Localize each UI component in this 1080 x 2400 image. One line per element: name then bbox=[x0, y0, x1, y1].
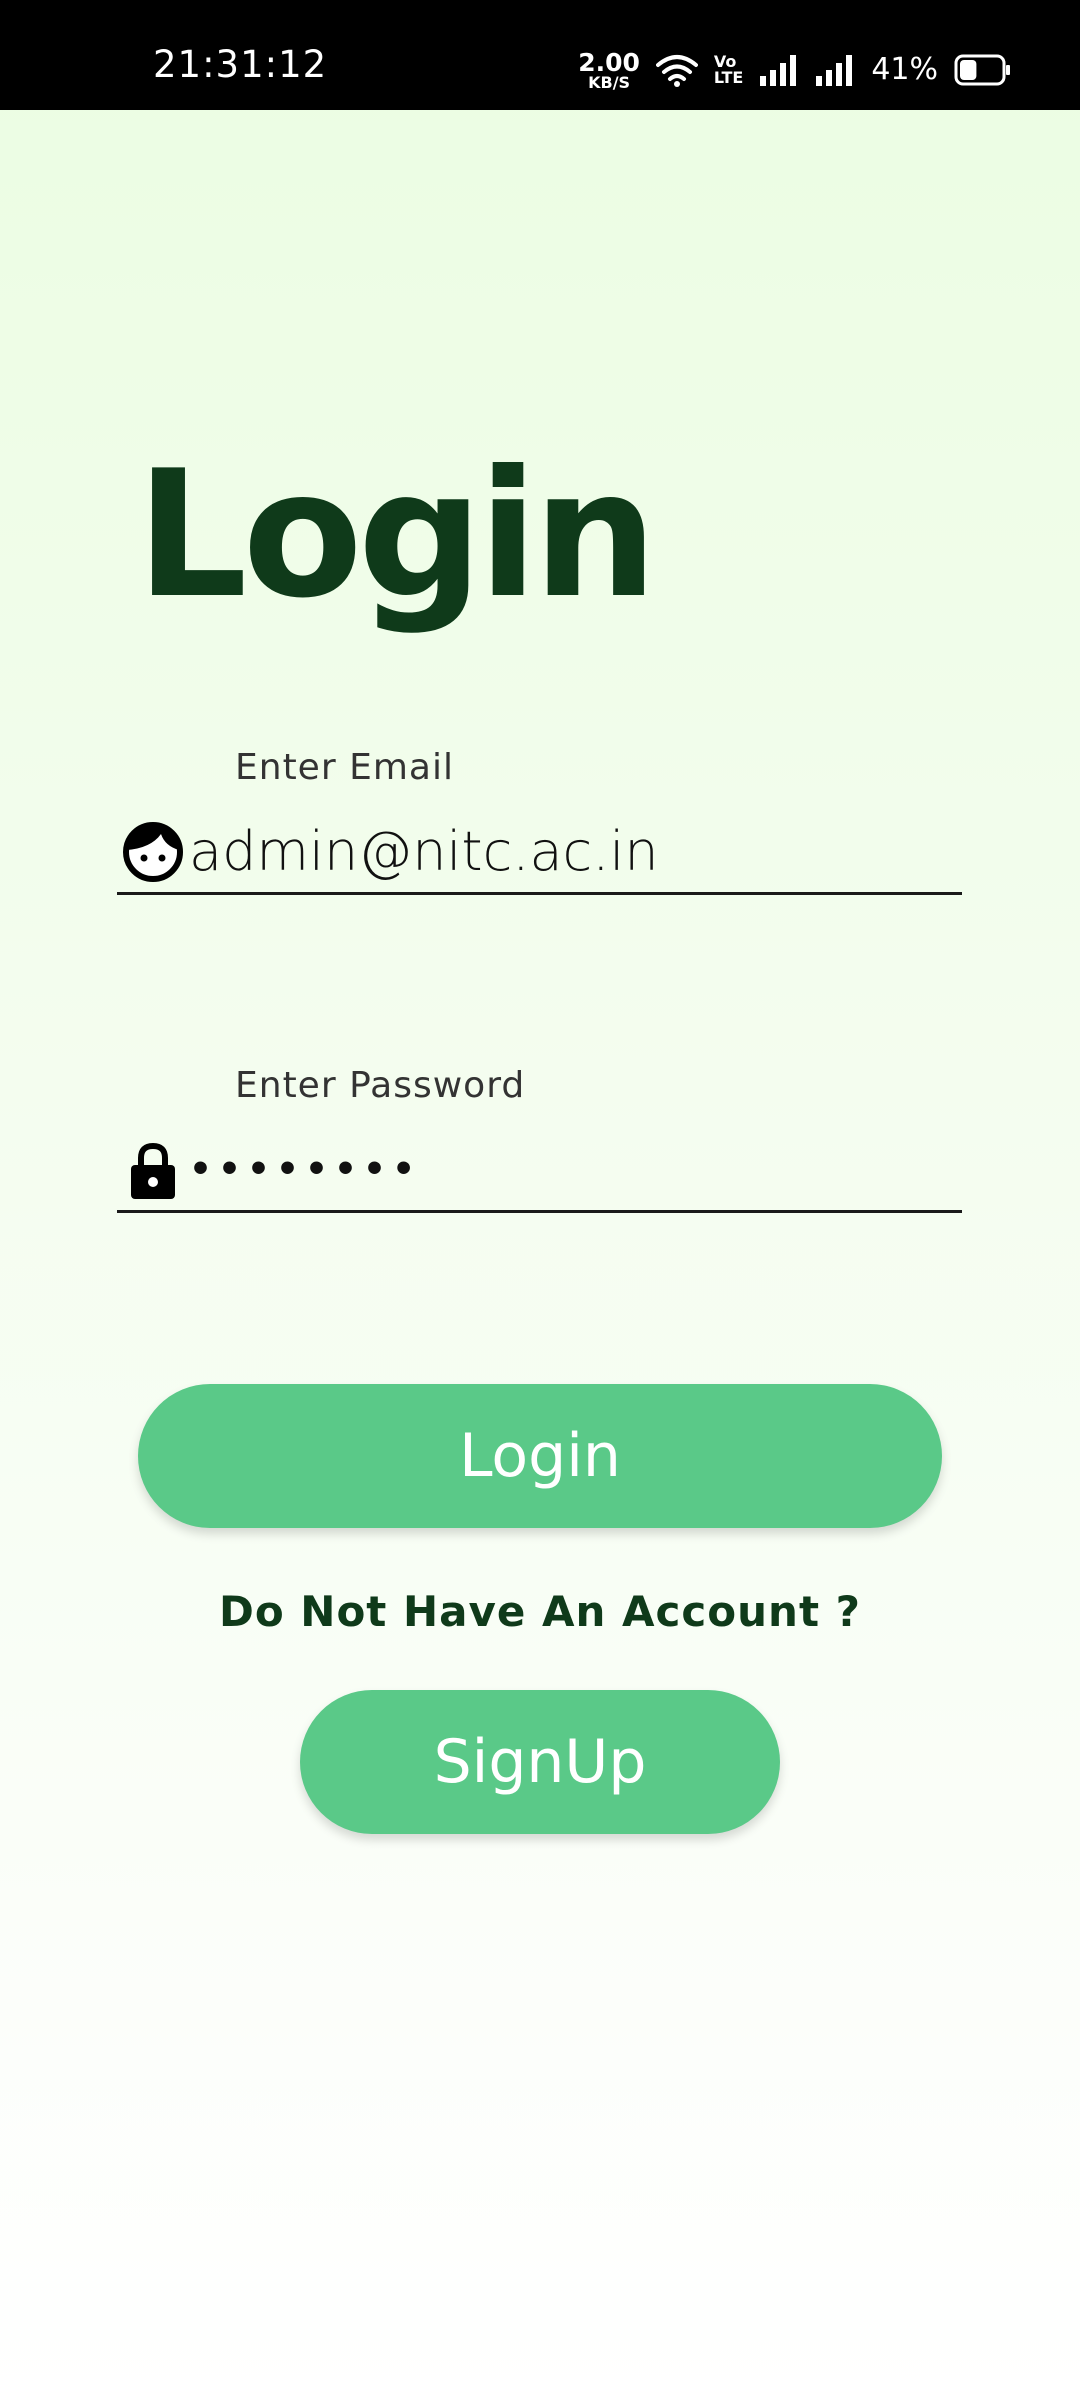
login-button[interactable]: Login bbox=[138, 1384, 942, 1528]
network-speed-value: 2.00 bbox=[578, 47, 640, 77]
status-bar: 21:31:12 2.00 KB/S Vo LTE 41% bbox=[0, 0, 1080, 110]
battery-percent: 41% bbox=[871, 52, 938, 87]
battery-fill bbox=[960, 60, 977, 80]
lock-icon bbox=[131, 1142, 175, 1199]
password-field-row: •••••••• bbox=[117, 1128, 962, 1213]
signup-button[interactable]: SignUp bbox=[300, 1690, 780, 1834]
volte-bottom: LTE bbox=[713, 68, 744, 87]
password-label: Enter Password bbox=[235, 1065, 526, 1106]
signal-icon-sim1 bbox=[760, 55, 797, 86]
password-input[interactable]: •••••••• bbox=[189, 1138, 949, 1202]
page-title: Login bbox=[136, 434, 658, 637]
face-icon bbox=[123, 822, 183, 882]
no-account-text: Do Not Have An Account ? bbox=[218, 1587, 862, 1636]
email-input[interactable] bbox=[189, 820, 949, 884]
status-time: 21:31:12 bbox=[153, 43, 328, 86]
network-speed: 2.00 KB/S bbox=[578, 50, 640, 91]
wifi-icon bbox=[655, 55, 698, 87]
status-icons: 2.00 KB/S Vo LTE 41% bbox=[578, 50, 1012, 90]
email-label: Enter Email bbox=[235, 747, 454, 788]
network-speed-unit: KB/S bbox=[588, 72, 631, 92]
battery-icon bbox=[954, 54, 1010, 86]
signal-icon-sim2 bbox=[816, 55, 853, 86]
email-field-row bbox=[117, 810, 962, 895]
volte-indicator: Vo LTE bbox=[714, 54, 743, 86]
